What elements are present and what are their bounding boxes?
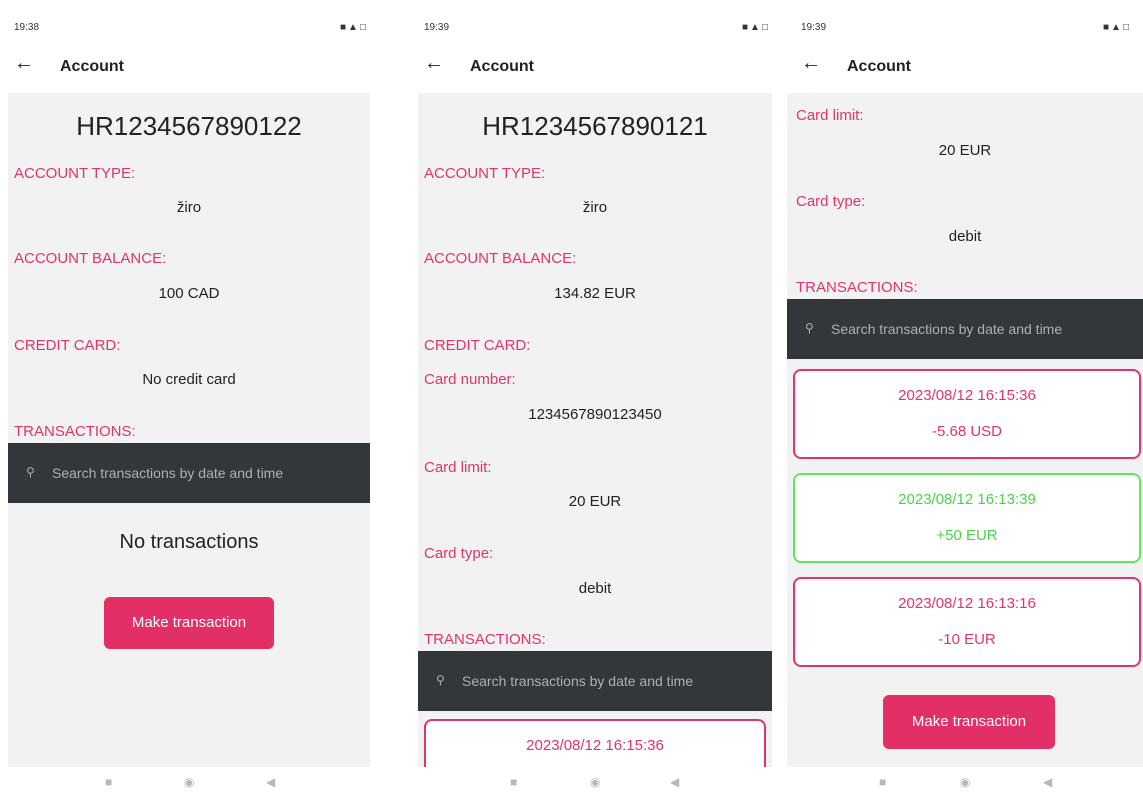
status-icons: ■▲□ xyxy=(1103,22,1131,33)
account-details: HR1234567890122 ACCOUNT TYPE: žiro ACCOU… xyxy=(8,93,370,767)
search-icon: ⚲ xyxy=(436,673,445,687)
nav-back-icon[interactable]: ◀ xyxy=(670,775,679,789)
status-time: 19:39 xyxy=(424,22,450,33)
transaction-card[interactable]: 2023/08/12 16:13:16 -10 EUR xyxy=(793,577,1141,667)
account-balance-value: 134.82 EUR xyxy=(554,285,636,302)
account-details: Card limit: 20 EUR Card type: debit TRAN… xyxy=(787,93,1143,767)
account-balance-label: ACCOUNT BALANCE: xyxy=(424,250,577,267)
page-title: Account xyxy=(470,58,534,75)
card-limit-value: 20 EUR xyxy=(568,493,622,510)
nav-back-icon[interactable]: ◀ xyxy=(266,775,275,789)
account-type-label: ACCOUNT TYPE: xyxy=(424,165,546,182)
recents-icon[interactable]: ■ xyxy=(879,775,886,789)
credit-card-label: CREDIT CARD: xyxy=(424,337,531,354)
transaction-card[interactable]: 2023/08/12 16:15:36 xyxy=(424,719,766,767)
search-input[interactable]: ⚲ Search transactions by date and time xyxy=(418,651,772,711)
search-input[interactable]: ⚲ Search transactions by date and time xyxy=(787,299,1143,359)
back-arrow-icon[interactable]: ← xyxy=(424,52,444,75)
home-icon[interactable]: ◉ xyxy=(590,775,600,789)
make-transaction-button[interactable]: Make transaction xyxy=(104,597,274,649)
transaction-amount: -5.68 USD xyxy=(931,423,1003,440)
app-bar: ← Account xyxy=(0,48,380,88)
card-limit-label: Card limit: xyxy=(424,459,492,476)
system-nav-bar: ■ ◉ ◀ xyxy=(0,767,380,799)
status-bar: 19:39 ■▲□ xyxy=(787,0,1143,40)
system-nav-bar: ■ ◉ ◀ xyxy=(410,767,782,799)
transaction-card[interactable]: 2023/08/12 16:13:39 +50 EUR xyxy=(793,473,1141,563)
search-input[interactable]: ⚲ Search transactions by date and time xyxy=(8,443,370,503)
credit-card-value: No credit card xyxy=(142,371,236,388)
transactions-label: TRANSACTIONS: xyxy=(14,423,136,440)
account-details: HR1234567890121 ACCOUNT TYPE: žiro ACCOU… xyxy=(418,93,772,767)
page-title: Account xyxy=(60,58,124,75)
transaction-datetime: 2023/08/12 16:13:39 xyxy=(898,491,1036,508)
app-bar: ← Account xyxy=(410,48,782,88)
status-icons: ■▲□ xyxy=(742,22,770,33)
card-type-label: Card type: xyxy=(796,193,866,210)
transactions-label: TRANSACTIONS: xyxy=(424,631,546,648)
nav-back-icon[interactable]: ◀ xyxy=(1043,775,1052,789)
search-icon: ⚲ xyxy=(26,465,35,479)
transaction-datetime: 2023/08/12 16:15:36 xyxy=(526,737,664,754)
transactions-label: TRANSACTIONS: xyxy=(796,279,918,296)
card-number-label: Card number: xyxy=(424,371,516,388)
card-type-value: debit xyxy=(578,580,612,597)
search-placeholder: Search transactions by date and time xyxy=(831,321,1063,337)
app-bar: ← Account xyxy=(787,48,1143,88)
account-balance-label: ACCOUNT BALANCE: xyxy=(14,250,167,267)
empty-transactions-text: No transactions xyxy=(119,531,259,553)
recents-icon[interactable]: ■ xyxy=(510,775,517,789)
card-number-value: 1234567890123450 xyxy=(528,406,662,423)
search-placeholder: Search transactions by date and time xyxy=(52,465,284,481)
screen-no-transactions: 19:38 ■▲□ ← Account HR1234567890122 ACCO… xyxy=(0,0,380,799)
account-type-label: ACCOUNT TYPE: xyxy=(14,165,136,182)
card-type-label: Card type: xyxy=(424,545,494,562)
home-icon[interactable]: ◉ xyxy=(960,775,970,789)
card-limit-value: 20 EUR xyxy=(938,142,992,159)
screen-transactions-list: 19:39 ■▲□ ← Account Card limit: 20 EUR C… xyxy=(787,0,1143,799)
transaction-datetime: 2023/08/12 16:15:36 xyxy=(898,387,1036,404)
transaction-card[interactable]: 2023/08/12 16:15:36 -5.68 USD xyxy=(793,369,1141,459)
account-type-value: žiro xyxy=(176,199,202,216)
system-nav-bar: ■ ◉ ◀ xyxy=(787,767,1143,799)
card-limit-label: Card limit: xyxy=(796,107,864,124)
status-time: 19:39 xyxy=(801,22,827,33)
make-transaction-button[interactable]: Make transaction xyxy=(883,695,1055,749)
back-arrow-icon[interactable]: ← xyxy=(14,52,34,75)
account-type-value: žiro xyxy=(582,199,608,216)
home-icon[interactable]: ◉ xyxy=(184,775,194,789)
search-placeholder: Search transactions by date and time xyxy=(462,673,694,689)
card-type-value: debit xyxy=(948,228,982,245)
page-title: Account xyxy=(847,58,911,75)
recents-icon[interactable]: ■ xyxy=(105,775,112,789)
back-arrow-icon[interactable]: ← xyxy=(801,52,821,75)
status-bar: 19:39 ■▲□ xyxy=(410,0,782,40)
account-iban: HR1234567890121 xyxy=(482,111,708,141)
status-bar: 19:38 ■▲□ xyxy=(0,0,380,40)
status-icons: ■▲□ xyxy=(340,22,368,33)
account-iban: HR1234567890122 xyxy=(76,111,302,141)
screen-with-card: 19:39 ■▲□ ← Account HR1234567890121 ACCO… xyxy=(410,0,782,799)
credit-card-label: CREDIT CARD: xyxy=(14,337,121,354)
transaction-amount: +50 EUR xyxy=(936,527,998,544)
status-time: 19:38 xyxy=(14,22,40,33)
search-icon: ⚲ xyxy=(805,321,814,335)
transaction-datetime: 2023/08/12 16:13:16 xyxy=(898,595,1036,612)
account-balance-value: 100 CAD xyxy=(158,285,220,302)
transaction-amount: -10 EUR xyxy=(938,631,996,648)
